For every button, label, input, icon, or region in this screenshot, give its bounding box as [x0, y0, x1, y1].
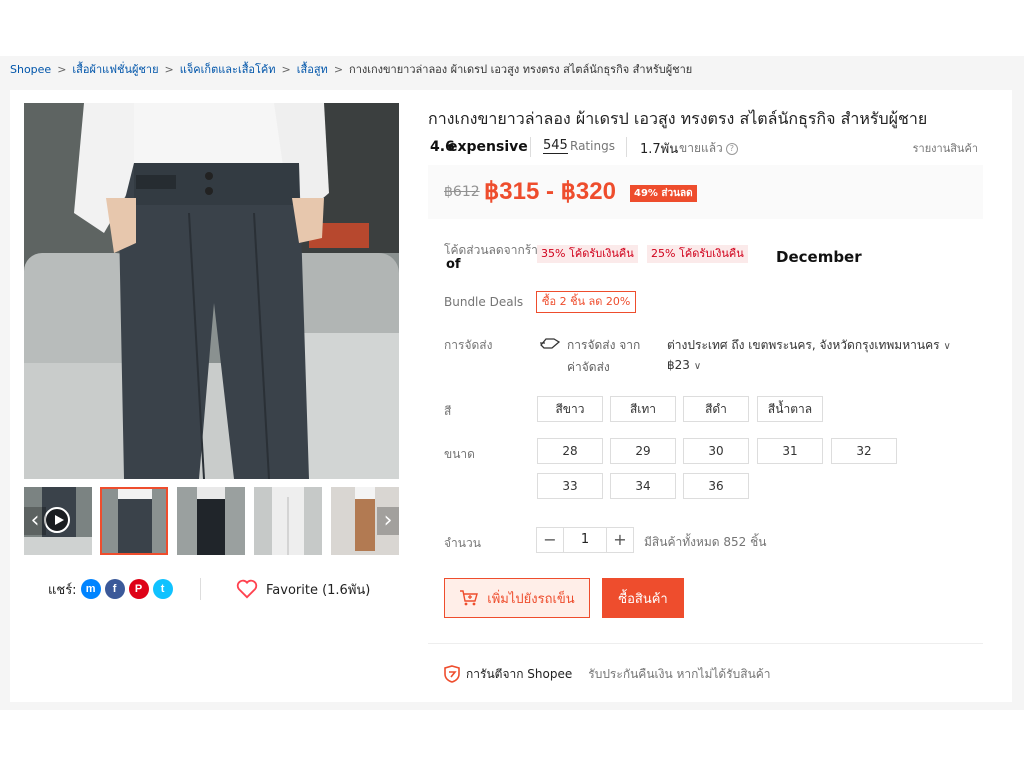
thumbnail-image-4[interactable] [254, 487, 322, 555]
color-option-black[interactable]: สีดำ [683, 396, 749, 422]
divider [626, 137, 627, 157]
size-option-33[interactable]: 33 [537, 473, 603, 499]
truck-icon [540, 338, 560, 349]
size-label: ขนาด [444, 447, 475, 461]
buy-now-button[interactable]: ซื้อสินค้า [602, 578, 684, 618]
overlay-text-of: of [446, 257, 461, 272]
shipping-destination[interactable]: ต่างประเทศ ถึง เขตพระนคร, จังหวัดกรุงเทพ… [667, 336, 951, 355]
add-to-cart-label: เพิ่มไปยังรถเข็น [487, 591, 575, 607]
thumbnail-image-3[interactable] [177, 487, 245, 555]
shipping-destination-text: ต่างประเทศ ถึง เขตพระนคร, จังหวัดกรุงเทพ… [667, 338, 940, 352]
bundle-deal-tag[interactable]: ซื้อ 2 ชิ้น ลด 20% [536, 291, 637, 313]
add-to-cart-button[interactable]: เพิ่มไปยังรถเข็น [444, 578, 590, 618]
breadcrumb-link-suits[interactable]: เสื้อสูท [297, 60, 328, 78]
report-link[interactable]: รายงานสินค้า [913, 139, 978, 157]
chevron-right-icon: > [164, 62, 174, 76]
guarantee-title: การันตีจาก Shopee [466, 666, 573, 681]
chevron-right-icon[interactable]: › [377, 507, 399, 535]
color-option-brown[interactable]: สีน้ำตาล [757, 396, 823, 422]
original-price: ฿612 [444, 184, 480, 200]
quantity-plus-button[interactable]: + [606, 527, 634, 553]
breadcrumb-link-shopee[interactable]: Shopee [10, 63, 51, 76]
quantity-input[interactable]: 1 [564, 527, 606, 553]
size-option-28[interactable]: 28 [537, 438, 603, 464]
shopee-guarantee[interactable]: การันตีจาก Shopee รับประกันคืนเงิน หากไม… [444, 664, 771, 684]
divider [530, 137, 531, 157]
shipping-cost-text: ฿23 [667, 358, 690, 372]
heart-icon [236, 579, 258, 599]
share-row: แชร์: m f P t [48, 578, 173, 600]
shipping-cost-label: ค่าจัดส่ง [567, 360, 610, 374]
sold-count: 1.7พัน [640, 142, 679, 157]
breadcrumb-link-jackets[interactable]: แจ็คเก็ตและเสื้อโค้ท [180, 60, 276, 78]
divider [200, 578, 201, 600]
product-title: กางเกงขายาวล่าลอง ผ้าเดรป เอวสูง ทรงตรง … [428, 109, 928, 128]
question-icon[interactable]: ? [725, 142, 738, 155]
discount-badge: 49% ส่วนลด [630, 185, 697, 202]
voucher-tag-25[interactable]: 25% โค้ดรับเงินคืน [647, 245, 748, 263]
color-option-grey[interactable]: สีเทา [610, 396, 676, 422]
size-option-34[interactable]: 34 [610, 473, 676, 499]
size-option-36[interactable]: 36 [683, 473, 749, 499]
share-label: แชร์: [48, 582, 77, 598]
size-option-30[interactable]: 30 [683, 438, 749, 464]
cart-plus-icon [460, 590, 479, 606]
quantity-stepper: − 1 + [536, 527, 634, 553]
chevron-down-icon: ∨ [943, 341, 951, 352]
thumbnail-strip: ‹ › [24, 487, 399, 555]
shipping-from-label: การจัดส่ง จาก [567, 338, 641, 352]
product-stats: 4.6 expensive 545 Ratings 1.7พัน ขายแล้ว… [430, 137, 978, 157]
sale-price: ฿315 - ฿320 [484, 178, 616, 205]
chevron-down-icon: ∨ [693, 361, 702, 372]
chevron-right-icon: > [333, 62, 344, 76]
ratings-label: Ratings [570, 139, 615, 153]
thumbnail-image-2[interactable] [100, 487, 168, 555]
chevron-right-icon: > [281, 62, 291, 76]
ratings-count[interactable]: 545 [543, 138, 568, 154]
favorite-label: Favorite (1.6พัน) [266, 582, 371, 598]
quantity-label: จำนวน [444, 536, 481, 550]
play-icon[interactable] [44, 507, 70, 533]
shipping-label: การจัดส่ง [444, 338, 493, 352]
divider [428, 643, 983, 644]
sold-label: ขายแล้ว? [679, 139, 738, 158]
size-option-32[interactable]: 32 [831, 438, 897, 464]
voucher-tag-35[interactable]: 35% โค้ดรับเงินคืน [537, 245, 638, 263]
breadcrumb-link-mens-fashion[interactable]: เสื้อผ้าแฟชั่นผู้ชาย [72, 60, 158, 78]
main-product-image[interactable] [24, 103, 399, 479]
shipping-cost[interactable]: ฿23 ∨ [667, 358, 701, 372]
twitter-icon[interactable]: t [152, 579, 173, 599]
breadcrumb: Shopee > เสื้อผ้าแฟชั่นผู้ชาย > แจ็คเก็ต… [10, 60, 692, 78]
messenger-icon[interactable]: m [80, 579, 101, 599]
sold-label-text: ขายแล้ว [679, 141, 723, 155]
chevron-right-icon: > [57, 62, 67, 76]
chevron-left-icon[interactable]: ‹ [24, 507, 46, 535]
overlay-text-december: December [776, 248, 862, 266]
guarantee-description: รับประกันคืนเงิน หากไม่ได้รับสินค้า [588, 666, 771, 681]
breadcrumb-current: กางเกงขายาวล่าลอง ผ้าเดรป เอวสูง ทรงตรง … [349, 63, 693, 76]
overlay-text-expensive: expensive [448, 139, 528, 155]
quantity-minus-button[interactable]: − [536, 527, 564, 553]
size-option-31[interactable]: 31 [757, 438, 823, 464]
color-label: สี [444, 404, 452, 418]
facebook-icon[interactable]: f [104, 579, 125, 599]
price-box: ฿612 ฿315 - ฿320 49% ส่วนลด [428, 165, 983, 219]
bundle-label: Bundle Deals [444, 295, 524, 309]
favorite-button[interactable]: Favorite (1.6พัน) [236, 578, 370, 600]
size-option-29[interactable]: 29 [610, 438, 676, 464]
shield-icon [444, 665, 460, 683]
color-option-white[interactable]: สีขาว [537, 396, 603, 422]
pinterest-icon[interactable]: P [128, 579, 149, 599]
stock-available: มีสินค้าทั้งหมด 852 ชิ้น [644, 535, 767, 549]
